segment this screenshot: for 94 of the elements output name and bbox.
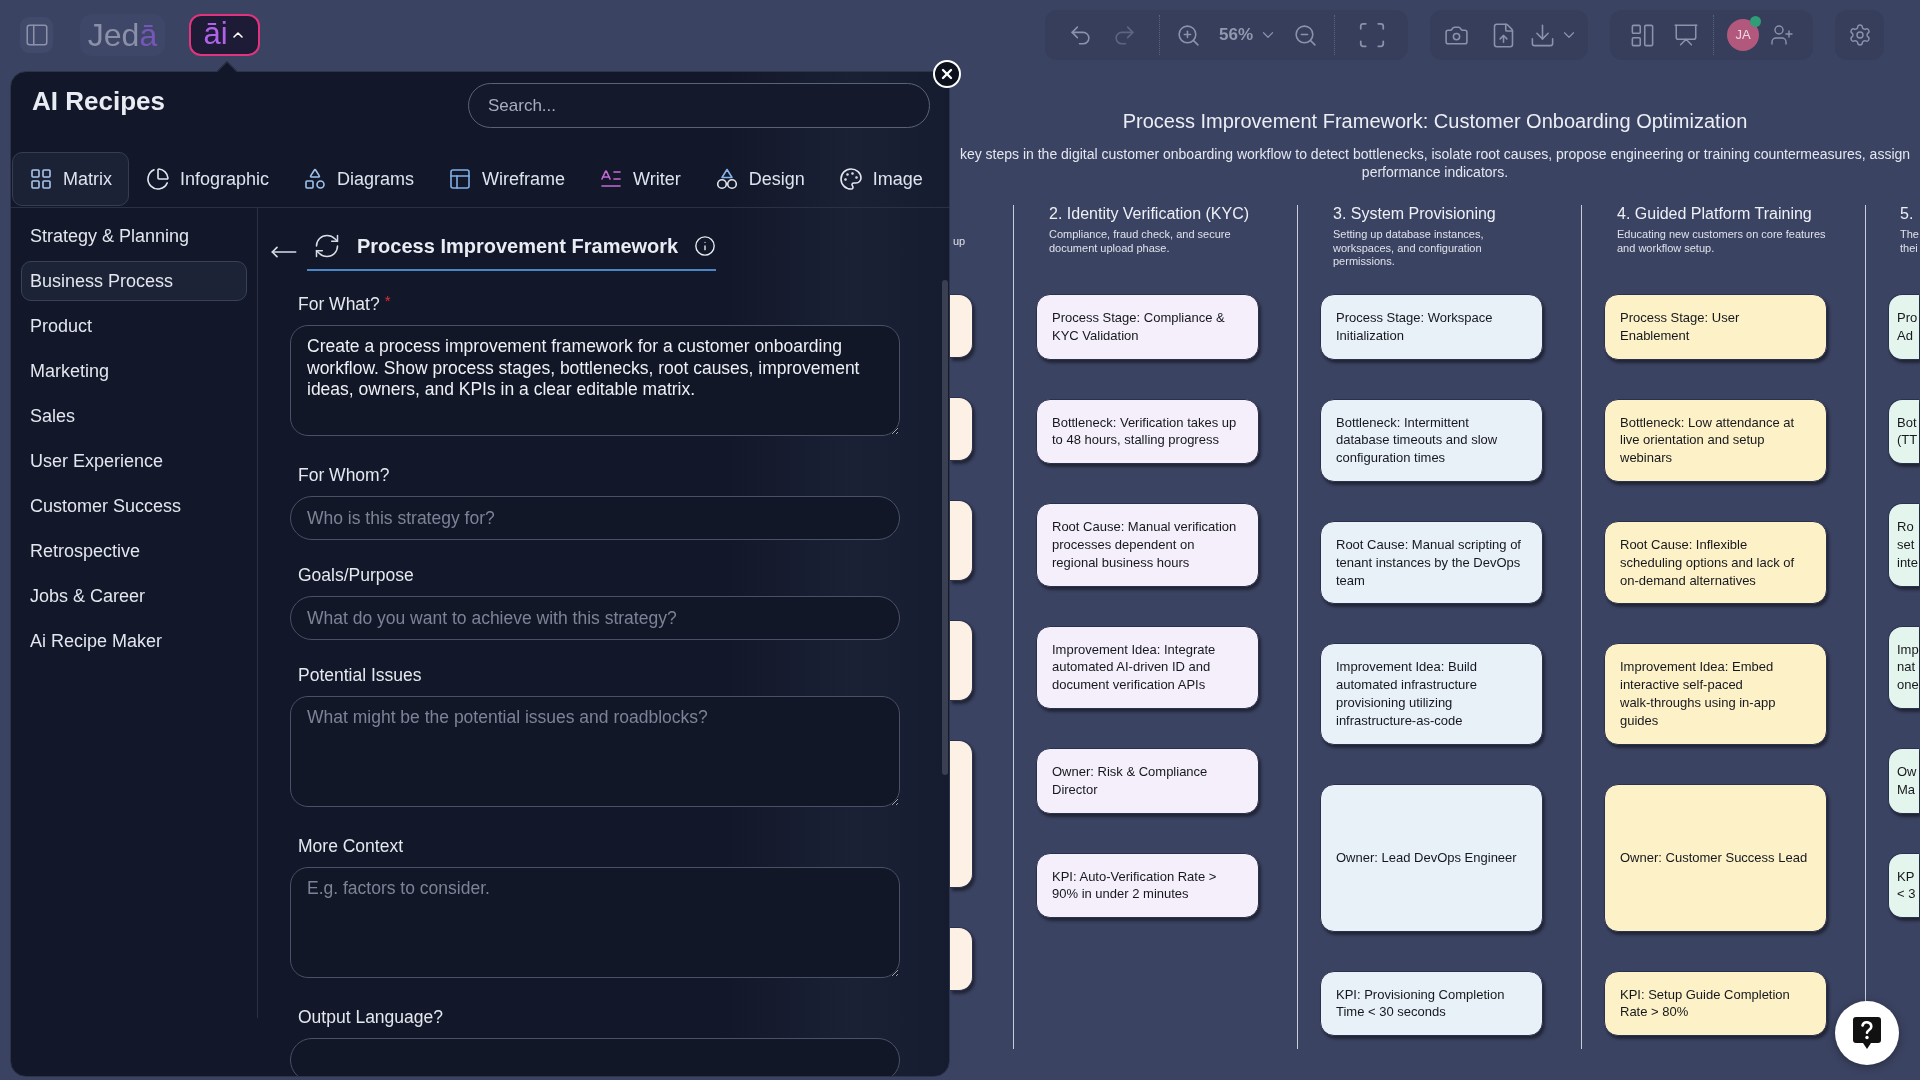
settings-button[interactable] xyxy=(1835,10,1884,60)
column-description: Compliance, fraud check, and secure document upload phase. xyxy=(1049,228,1232,255)
category-tab[interactable]: Writer xyxy=(582,152,698,206)
category-item[interactable]: Sales xyxy=(21,396,247,436)
note-card: Bot (TT xyxy=(1888,398,1919,465)
palette-icon xyxy=(838,167,863,191)
user-plus-icon xyxy=(1770,23,1794,47)
close-icon xyxy=(939,66,955,82)
text-area-field[interactable]: Create a process improvement framework for a customer onboarding workflow. Show process stages, bottlenecks, root causes, improvement ideas, owners, and KPIs in a clear editable matrix. xyxy=(290,325,900,436)
note-card: Improvement Idea: Embed interactive self-paced walk-throughs using in-app guides xyxy=(1604,643,1827,745)
column-title: 3. System Provisioning xyxy=(1333,205,1497,223)
shapes-icon xyxy=(303,167,328,191)
fullscreen-icon xyxy=(1357,20,1387,50)
note-card: Root Cause: Manual scripting of tenant instances by the DevOps team xyxy=(1320,521,1543,605)
column-title: 2. Identity Verification (KYC) xyxy=(1049,205,1251,223)
category-item[interactable]: Retrospective xyxy=(21,531,247,571)
ai-menu-button[interactable]: āi xyxy=(189,14,260,56)
note-card: KP < 3 xyxy=(1888,852,1919,919)
note-card: Bottleneck: Low attendance at live orientation and setup webinars xyxy=(1604,398,1827,482)
note-card: Improvement Idea: Integrate automated AI-driven ID and document verification APIs xyxy=(1036,625,1259,709)
avatar-initials: JA xyxy=(1735,26,1751,45)
note-card: Ro set inte xyxy=(1888,503,1919,587)
note-card: Bottleneck: Intermittent database timeouts and slow configuration times xyxy=(1320,398,1543,482)
column-description: Educating new customers on core features and workflow setup. xyxy=(1617,228,1827,255)
info-icon xyxy=(694,235,717,257)
grid-icon xyxy=(29,167,53,191)
column-description: Setting up database instances, workspaces, and configuration permissions. xyxy=(1333,228,1485,269)
matrix-description: key steps in the digital customer onboarding workflow to detect bottlenecks, isolate root causes, propose engineering or training countermeasures, assign performance indicators. xyxy=(959,145,1911,181)
field-label: Output Language? xyxy=(298,1006,443,1029)
layout-icon xyxy=(448,167,473,191)
category-tab[interactable]: Diagrams xyxy=(286,152,432,206)
note-card: KPI: Setup Guide Completion Rate > 80% xyxy=(1604,970,1827,1037)
field-label: For What? xyxy=(298,293,380,316)
sidebar-toggle-button[interactable] xyxy=(20,17,53,53)
zoom-in-icon xyxy=(1176,22,1202,48)
cycle-icon xyxy=(313,232,341,260)
triangle-circles-icon xyxy=(714,167,739,191)
note-card: KPI: Auto-Verification Rate > 90% in under 2 minutes xyxy=(1036,852,1259,919)
close-button[interactable] xyxy=(933,60,961,88)
field-label: More Context xyxy=(298,835,404,858)
panel-title: AI Recipes xyxy=(32,85,165,117)
note-card: Process Stage: User Enablement xyxy=(1604,294,1827,360)
category-item[interactable]: Strategy & Planning xyxy=(21,216,247,256)
category-item[interactable]: Marketing xyxy=(21,351,247,391)
field-label: For Whom? xyxy=(298,464,390,487)
column-title: 5. xyxy=(1900,205,1915,223)
note-card: Ow Ma xyxy=(1888,747,1919,814)
help-button[interactable] xyxy=(1835,1001,1899,1065)
note-card: Imp nat one xyxy=(1888,625,1919,709)
note-card: KPI: Provisioning Completion Time < 30 seconds xyxy=(1320,970,1543,1037)
column-title: 4. Guided Platform Training xyxy=(1617,205,1813,223)
recipe-title: Process Improvement Framework xyxy=(357,234,679,259)
required-mark: * xyxy=(384,292,391,310)
category-item[interactable]: Customer Success xyxy=(21,486,247,526)
note-card: Root Cause: Manual verification processes dependent on regional business hours xyxy=(1036,503,1259,587)
category-tab[interactable]: Image xyxy=(821,152,940,206)
field-label: Goals/Purpose xyxy=(298,564,414,587)
note-card: Owner: Customer Success Lead xyxy=(1604,783,1827,932)
category-tab[interactable]: Infographic xyxy=(129,152,287,206)
category-item[interactable]: Jobs & Career xyxy=(21,576,247,616)
input-field[interactable]: What do you want to achieve with this strategy? xyxy=(290,596,900,640)
category-item[interactable]: Ai Recipe Maker xyxy=(21,621,247,661)
zoom-level-dropdown[interactable]: 56% xyxy=(1218,17,1277,53)
help-icon xyxy=(1852,1016,1882,1050)
settings-icon xyxy=(1847,23,1872,47)
input-field[interactable]: Who is this strategy for? xyxy=(290,496,900,540)
search-field[interactable]: Search... xyxy=(468,83,930,128)
note-card: Pro Ad xyxy=(1888,294,1919,360)
category-item[interactable]: Business Process xyxy=(21,261,247,301)
category-item[interactable]: User Experience xyxy=(21,441,247,481)
zoom-out-icon xyxy=(1292,22,1318,48)
category-item[interactable]: Product xyxy=(21,306,247,346)
note-card: Process Stage: Workspace Initialization xyxy=(1320,294,1543,360)
field-label: Potential Issues xyxy=(298,664,422,687)
note-card: Owner: Lead DevOps Engineer xyxy=(1320,783,1543,932)
category-tab[interactable]: Design xyxy=(697,152,822,206)
note-card: Bottleneck: Verification takes up to 48 hours, stalling progress xyxy=(1036,398,1259,465)
pie-chart-icon xyxy=(146,167,170,191)
category-tab[interactable]: Wireframe xyxy=(431,152,583,206)
category-tab[interactable]: Matrix xyxy=(12,152,129,206)
text-area-field[interactable]: E.g. factors to consider. xyxy=(290,867,900,978)
note-card: Improvement Idea: Build automated infrastructure provisioning utilizing infrastructure-as-code xyxy=(1320,643,1543,745)
column-description: up xyxy=(953,235,966,247)
note-card: Process Stage: Compliance & KYC Validation xyxy=(1036,294,1259,360)
note-card: Root Cause: Inflexible scheduling options and lack of on-demand alternatives xyxy=(1604,521,1827,605)
matrix-title: Process Improvement Framework: Customer Onboarding Optimization xyxy=(1122,109,1748,133)
scrollbar-thumb[interactable] xyxy=(942,280,948,775)
text-area-field[interactable]: What might be the potential issues and roadblocks? xyxy=(290,696,900,807)
note-card: Owner: Risk & Compliance Director xyxy=(1036,747,1259,814)
column-description: The thei xyxy=(1900,228,1920,255)
presentation-icon xyxy=(1673,22,1699,48)
logo: Jedā xyxy=(80,14,165,56)
input-field[interactable] xyxy=(290,1038,900,1076)
sidebar-icon xyxy=(23,22,50,48)
